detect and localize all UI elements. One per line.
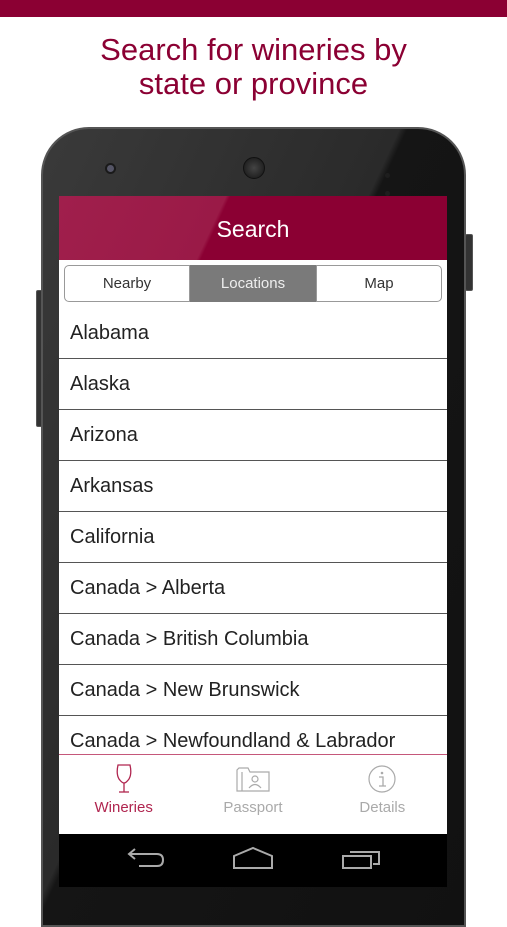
- tab-label: Passport: [223, 799, 283, 816]
- list-item[interactable]: Arkansas: [59, 461, 447, 512]
- segment-locations[interactable]: Locations: [190, 265, 316, 302]
- app-bar: Search: [59, 196, 447, 260]
- passport-folder-icon: [188, 763, 317, 795]
- list-item[interactable]: California: [59, 512, 447, 563]
- segment-nearby[interactable]: Nearby: [64, 265, 190, 302]
- segmented-control: Nearby Locations Map: [64, 265, 442, 302]
- system-nav-bar: [59, 834, 447, 887]
- tab-details[interactable]: Details: [318, 755, 447, 834]
- list-item[interactable]: Arizona: [59, 410, 447, 461]
- phone-sensor: [385, 165, 397, 196]
- tab-label: Wineries: [94, 799, 153, 816]
- app-screen: Search Nearby Locations Map Alabama Alas…: [59, 196, 447, 834]
- tab-label: Details: [359, 799, 406, 816]
- info-icon: [318, 763, 447, 795]
- headline-line-1: Search for wineries by: [100, 32, 407, 67]
- location-list: Alabama Alaska Arizona Arkansas Californ…: [59, 308, 447, 767]
- wine-glass-icon: [59, 763, 188, 795]
- back-icon[interactable]: [127, 846, 165, 875]
- phone-speaker: [243, 157, 265, 179]
- home-icon[interactable]: [233, 846, 273, 875]
- app-title: Search: [216, 216, 290, 242]
- phone-camera: [107, 165, 114, 172]
- list-item[interactable]: Alaska: [59, 359, 447, 410]
- tab-passport[interactable]: Passport: [188, 755, 317, 834]
- segment-map[interactable]: Map: [316, 265, 442, 302]
- list-item[interactable]: Canada > British Columbia: [59, 614, 447, 665]
- list-item[interactable]: Canada > New Brunswick: [59, 665, 447, 716]
- bottom-tab-bar: Wineries Passport Details: [59, 754, 447, 834]
- promo-headline: Search for wineries by state or province: [0, 33, 507, 101]
- list-item[interactable]: Canada > Alberta: [59, 563, 447, 614]
- phone-power-button: [465, 234, 473, 291]
- top-brand-bar: [0, 0, 507, 17]
- list-item[interactable]: Alabama: [59, 308, 447, 359]
- tab-wineries[interactable]: Wineries: [59, 755, 188, 834]
- headline-line-2: state or province: [138, 66, 369, 101]
- recents-icon[interactable]: [342, 846, 382, 875]
